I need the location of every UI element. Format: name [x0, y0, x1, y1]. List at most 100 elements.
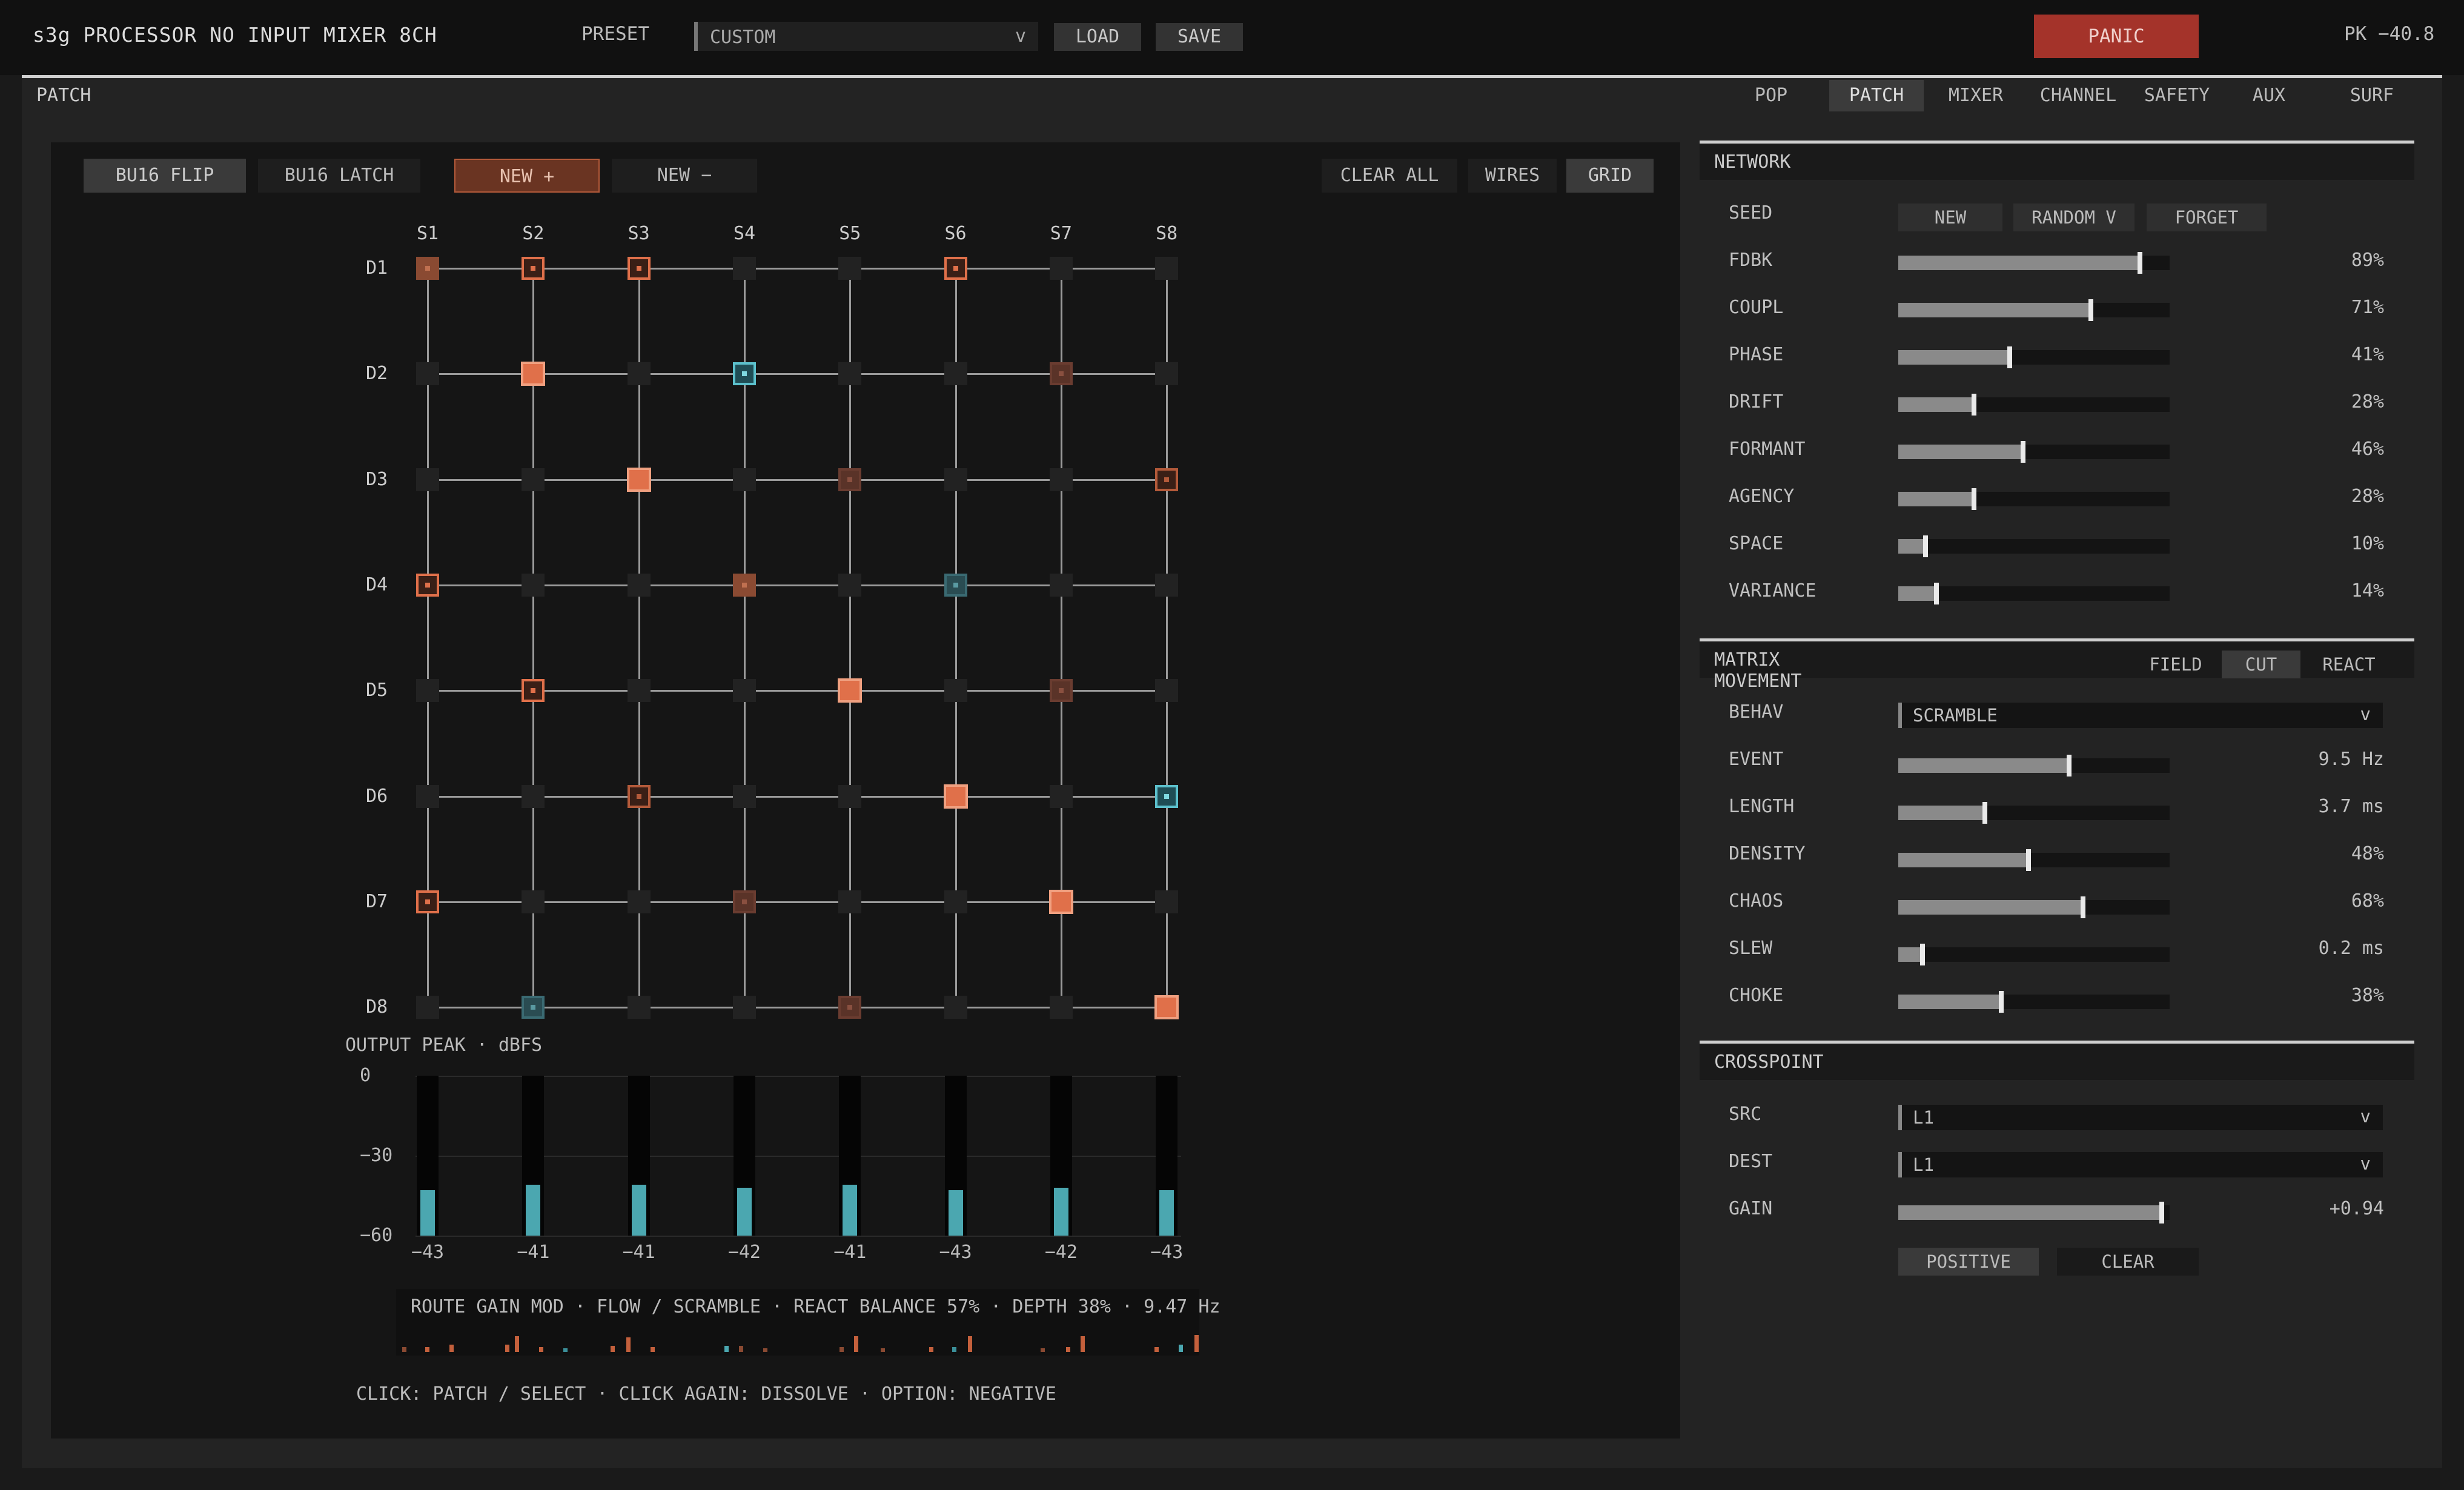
slider-chaos-knob[interactable] [2080, 896, 2085, 918]
slider-gain-knob[interactable] [2159, 1202, 2164, 1223]
matrix-cell[interactable] [1049, 573, 1073, 597]
seed-forget-button[interactable]: FORGET [2147, 204, 2267, 231]
matrix-cell[interactable] [1049, 468, 1073, 491]
slider-phase-knob[interactable] [2007, 346, 2012, 368]
new-minus-button[interactable]: NEW − [612, 159, 757, 193]
mode-react-button[interactable]: REACT [2307, 651, 2391, 678]
matrix-cell[interactable] [627, 890, 651, 913]
dest-select[interactable]: L1 v [1898, 1152, 2383, 1177]
matrix-cell[interactable] [416, 679, 439, 703]
matrix-cell[interactable] [416, 362, 439, 386]
preset-select[interactable]: CUSTOM v [694, 22, 1038, 51]
slider-agency-knob[interactable] [1972, 488, 1977, 510]
matrix-node[interactable] [1155, 784, 1179, 808]
matrix-cell[interactable] [732, 996, 756, 1019]
matrix-cell[interactable] [838, 573, 862, 597]
matrix-cell[interactable] [522, 890, 545, 913]
matrix-cell[interactable] [1049, 784, 1073, 808]
matrix-node[interactable] [732, 362, 756, 386]
slider-variance-track[interactable] [1898, 586, 2170, 601]
matrix-node[interactable] [1049, 679, 1073, 703]
matrix-cell[interactable] [627, 573, 651, 597]
matrix-cell[interactable] [416, 784, 439, 808]
matrix-cell[interactable] [416, 996, 439, 1019]
matrix-cell[interactable] [1155, 257, 1179, 280]
matrix-node[interactable] [1155, 468, 1179, 491]
matrix-cell[interactable] [944, 890, 967, 913]
matrix-cell[interactable] [1049, 996, 1073, 1019]
matrix-cell[interactable] [627, 362, 651, 386]
matrix-cell[interactable] [1049, 257, 1073, 280]
matrix-cell[interactable] [838, 362, 862, 386]
matrix-node[interactable] [522, 257, 545, 280]
save-button[interactable]: SAVE [1156, 23, 1243, 51]
matrix-node[interactable] [416, 257, 439, 280]
matrix-node[interactable] [1154, 995, 1179, 1020]
tab-mixer[interactable]: MIXER [1931, 80, 2021, 111]
matrix-cell[interactable] [1155, 362, 1179, 386]
tab-pop[interactable]: POP [1740, 80, 1803, 111]
matrix-cell[interactable] [944, 996, 967, 1019]
bu16-flip-button[interactable]: BU16 FLIP [84, 159, 246, 193]
matrix-node[interactable] [522, 996, 545, 1019]
load-button[interactable]: LOAD [1054, 23, 1141, 51]
matrix-node[interactable] [416, 573, 439, 597]
tab-aux[interactable]: AUX [2229, 80, 2309, 111]
tab-surf[interactable]: SURF [2330, 80, 2414, 111]
matrix-cell[interactable] [838, 784, 862, 808]
tab-channel[interactable]: CHANNEL [2033, 80, 2124, 111]
clear-all-button[interactable]: CLEAR ALL [1322, 159, 1457, 193]
slider-fdbk-knob[interactable] [2137, 252, 2142, 274]
slider-coupl-knob[interactable] [2088, 299, 2094, 321]
slider-space-track[interactable] [1898, 539, 2170, 554]
seed-new-button[interactable]: NEW [1898, 204, 2002, 231]
matrix-cell[interactable] [522, 573, 545, 597]
matrix-node[interactable] [943, 784, 968, 809]
matrix-node[interactable] [626, 467, 651, 492]
matrix-cell[interactable] [732, 784, 756, 808]
panic-button[interactable]: PANIC [2034, 15, 2199, 58]
matrix-node[interactable] [627, 257, 651, 280]
matrix-node[interactable] [838, 678, 863, 703]
slider-drift-knob[interactable] [1972, 394, 1977, 416]
matrix-cell[interactable] [732, 468, 756, 491]
matrix-cell[interactable] [944, 362, 967, 386]
matrix-node[interactable] [1048, 889, 1073, 914]
matrix-cell[interactable] [522, 468, 545, 491]
positive-button[interactable]: POSITIVE [1898, 1248, 2039, 1276]
matrix-node[interactable] [1049, 362, 1073, 386]
matrix-node[interactable] [838, 468, 862, 491]
slider-variance-knob[interactable] [1933, 583, 1939, 604]
grid-toggle-button[interactable]: GRID [1566, 159, 1654, 193]
tab-safety[interactable]: SAFETY [2134, 80, 2219, 111]
slider-length-knob[interactable] [1982, 802, 1988, 824]
matrix-cell[interactable] [627, 679, 651, 703]
matrix-cell[interactable] [732, 679, 756, 703]
matrix-cell[interactable] [627, 996, 651, 1019]
slider-density-knob[interactable] [2026, 849, 2032, 871]
behav-select[interactable]: SCRAMBLE v [1898, 703, 2383, 728]
matrix-node[interactable] [838, 996, 862, 1019]
matrix-node[interactable] [416, 890, 439, 913]
matrix-cell[interactable] [944, 468, 967, 491]
matrix-cell[interactable] [838, 257, 862, 280]
matrix-cell[interactable] [416, 468, 439, 491]
seed-random-v-button[interactable]: RANDOM V [2013, 204, 2134, 231]
matrix-cell[interactable] [732, 257, 756, 280]
matrix-node[interactable] [944, 573, 967, 597]
tab-patch[interactable]: PATCH [1829, 80, 1924, 111]
mode-field-button[interactable]: FIELD [2138, 651, 2213, 678]
matrix-node[interactable] [944, 257, 967, 280]
matrix-cell[interactable] [1155, 679, 1179, 703]
matrix-cell[interactable] [1155, 573, 1179, 597]
wires-button[interactable]: WIRES [1468, 159, 1557, 193]
slider-space-knob[interactable] [1923, 535, 1928, 557]
slider-event-knob[interactable] [2067, 755, 2072, 776]
slider-slew-knob[interactable] [1920, 944, 1926, 965]
clear-button[interactable]: CLEAR [2057, 1248, 2199, 1276]
matrix-node[interactable] [521, 362, 546, 386]
slider-formant-knob[interactable] [2021, 441, 2026, 463]
slider-slew-track[interactable] [1898, 947, 2170, 962]
bu16-latch-button[interactable]: BU16 LATCH [258, 159, 420, 193]
slider-choke-knob[interactable] [1999, 991, 2004, 1013]
